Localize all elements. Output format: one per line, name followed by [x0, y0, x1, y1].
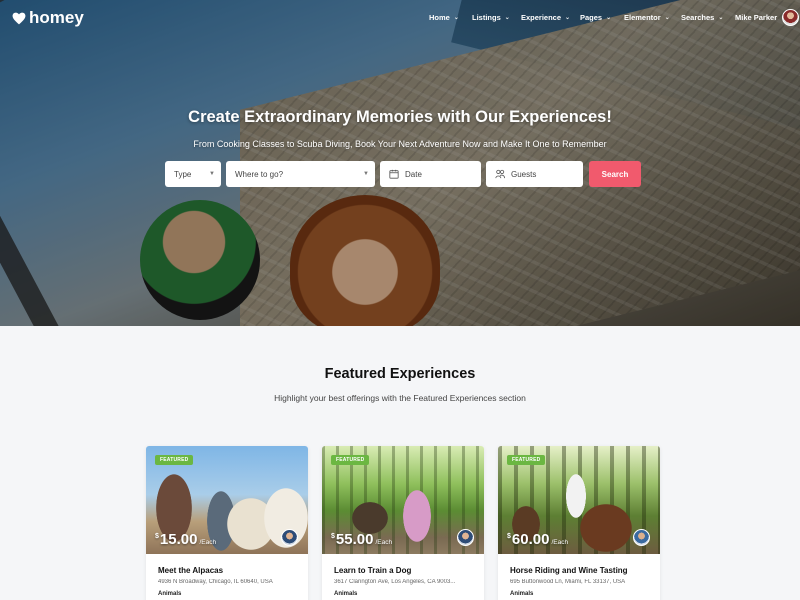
location-select-label: Where to go?: [235, 169, 284, 179]
card-title[interactable]: Meet the Alpacas: [158, 566, 223, 575]
card-address: 4936 N Broadway, Chicago, IL 60640, USA: [158, 579, 273, 585]
type-select[interactable]: Type ▼: [165, 161, 221, 187]
card-category: Animals: [158, 591, 182, 597]
top-navigation: homey Home ⌄ Listings ⌄ Experience ⌄ Pages ⌄…: [0, 0, 800, 36]
type-select-label: Type: [174, 169, 192, 179]
hero-title: Create Extraordinary Memories with Our E…: [188, 108, 612, 126]
price-currency: $: [507, 533, 511, 540]
price-amount: 15.00: [159, 531, 198, 548]
card-price: $ 60.00 /Each: [507, 531, 568, 548]
chevron-down-icon: ⌄: [664, 15, 670, 21]
experience-card[interactable]: FEATURED $ 60.00 /Each Horse Riding and …: [498, 446, 660, 600]
nav-item-label: Experience: [521, 13, 562, 22]
nav-item-label: Elementor: [624, 13, 661, 22]
featured-badge: FEATURED: [155, 455, 194, 465]
caret-down-icon: ▼: [209, 171, 215, 177]
card-price: $ 15.00 /Each: [155, 531, 216, 548]
host-avatar[interactable]: [457, 529, 474, 546]
price-currency: $: [331, 533, 335, 540]
date-field[interactable]: Date: [380, 161, 481, 187]
search-button[interactable]: Search: [589, 161, 641, 187]
card-category: Animals: [510, 591, 534, 597]
hero-subtitle: From Cooking Classes to Scuba Diving, Bo…: [193, 139, 607, 149]
price-unit: /Each: [551, 539, 569, 546]
host-avatar[interactable]: [281, 529, 298, 546]
heart-logo-icon: [12, 12, 26, 24]
guests-icon: [495, 169, 505, 179]
section-title: Featured Experiences: [324, 366, 476, 382]
chevron-down-icon: ⌄: [718, 15, 724, 21]
user-avatar[interactable]: [782, 9, 799, 26]
nav-item-home[interactable]: Home ⌄: [429, 13, 459, 22]
experience-card[interactable]: FEATURED $ 55.00 /Each Learn to Train a …: [322, 446, 484, 600]
price-unit: /Each: [199, 539, 217, 546]
nav-item-listings[interactable]: Listings ⌄: [472, 13, 510, 22]
user-name[interactable]: Mike Parker: [735, 13, 777, 22]
host-avatar[interactable]: [633, 529, 650, 546]
logo-text: homey: [29, 8, 84, 27]
price-unit: /Each: [375, 539, 393, 546]
nav-item-elementor[interactable]: Elementor ⌄: [624, 13, 670, 22]
brand-logo[interactable]: homey: [12, 8, 84, 28]
price-currency: $: [155, 533, 159, 540]
card-price: $ 55.00 /Each: [331, 531, 392, 548]
date-field-label: Date: [405, 169, 422, 179]
card-title[interactable]: Learn to Train a Dog: [334, 566, 411, 575]
featured-badge: FEATURED: [507, 455, 546, 465]
nav-item-label: Listings: [472, 13, 501, 22]
experience-card[interactable]: FEATURED $ 15.00 /Each Meet the Alpacas …: [146, 446, 308, 600]
chevron-down-icon: ⌄: [606, 15, 612, 21]
guests-field-label: Guests: [511, 169, 537, 179]
chevron-down-icon: ⌄: [504, 15, 510, 21]
guests-field[interactable]: Guests: [486, 161, 583, 187]
price-amount: 55.00: [335, 531, 374, 548]
price-amount: 60.00: [511, 531, 550, 548]
calendar-icon: [389, 169, 399, 179]
chevron-down-icon: ⌄: [453, 15, 459, 21]
caret-down-icon: ▼: [363, 171, 369, 177]
card-category: Animals: [334, 591, 358, 597]
nav-item-label: Home: [429, 13, 450, 22]
featured-badge: FEATURED: [331, 455, 370, 465]
card-address: 695 Buttonwood Ln, Miami, FL 33137, USA: [510, 579, 626, 585]
nav-item-searches[interactable]: Searches ⌄: [681, 13, 723, 22]
section-subtitle: Highlight your best offerings with the F…: [274, 393, 526, 403]
location-select[interactable]: Where to go? ▼: [226, 161, 375, 187]
nav-item-experience[interactable]: Experience ⌄: [521, 13, 570, 22]
card-address: 3617 Clarington Ave, Los Angeles, CA 900…: [334, 579, 456, 585]
nav-item-label: Pages: [580, 13, 603, 22]
nav-item-pages[interactable]: Pages ⌄: [580, 13, 611, 22]
chevron-down-icon: ⌄: [565, 15, 571, 21]
nav-item-label: Searches: [681, 13, 715, 22]
card-title[interactable]: Horse Riding and Wine Tasting: [510, 566, 628, 575]
